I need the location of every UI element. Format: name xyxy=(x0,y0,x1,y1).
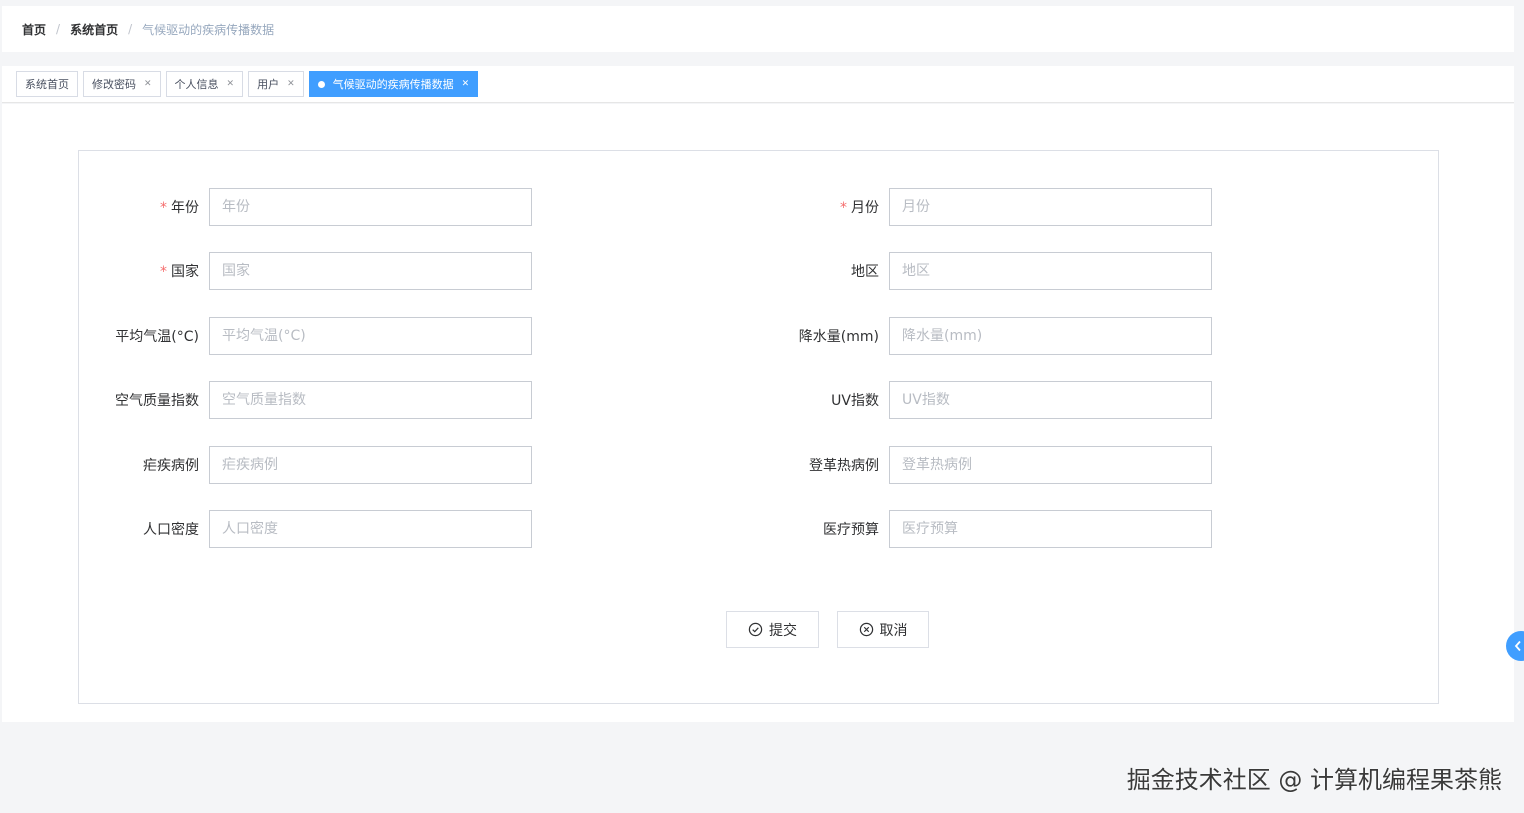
add-record-form: *年份 *月份 *国家 地区 平均气温(°C) 降水量(mm) 空气质量指数 U… xyxy=(78,150,1439,704)
field-label: 人口密度 xyxy=(143,522,199,538)
dengue-cases-input[interactable] xyxy=(889,446,1212,484)
breadcrumb-home[interactable]: 首页 xyxy=(22,21,46,38)
healthcare-budget-input[interactable] xyxy=(889,510,1212,548)
required-mark: * xyxy=(840,200,847,216)
tags-view: 系统首页 修改密码 ✕ 个人信息 ✕ 用户 ✕ 气候驱动的疾病传播数据 ✕ xyxy=(2,66,1514,103)
tag-label: 个人信息 xyxy=(174,78,219,91)
active-dot-icon xyxy=(317,80,325,88)
chevron-left-icon xyxy=(1514,640,1521,652)
submit-label: 提交 xyxy=(769,622,797,639)
field-label: 登革热病例 xyxy=(809,458,879,474)
field-label: * 月份 xyxy=(840,200,879,216)
air-quality-input[interactable] xyxy=(209,381,532,419)
form-item-uv-index: UV指数 xyxy=(759,381,1212,419)
field-label: * 年份 xyxy=(160,200,199,216)
close-icon[interactable]: ✕ xyxy=(227,79,235,89)
close-icon[interactable]: ✕ xyxy=(462,79,470,89)
form-item-dengue-cases: 登革热病例 xyxy=(759,446,1212,484)
field-label: UV指数 xyxy=(831,393,879,409)
submit-button[interactable]: 提交 xyxy=(726,611,819,648)
tag-label: 系统首页 xyxy=(25,78,69,91)
check-circle-icon xyxy=(748,622,763,637)
required-mark: * xyxy=(160,200,167,216)
field-label: 地区 xyxy=(851,264,879,280)
close-circle-icon xyxy=(859,622,873,637)
breadcrumb-system-home[interactable]: 系统首页 xyxy=(70,21,118,38)
tag-label: 用户 xyxy=(257,78,280,91)
required-mark: * xyxy=(160,264,167,280)
watermark: 掘金技术社区 @ 计算机编程果茶熊 xyxy=(1126,766,1502,794)
form-item-country: * 国家 xyxy=(79,252,532,290)
country-input[interactable] xyxy=(209,252,532,290)
form-item-healthcare-budget: 医疗预算 xyxy=(759,510,1212,548)
form-item-avg-temperature: 平均气温(°C) xyxy=(79,317,532,355)
tag-label: 修改密码 xyxy=(92,78,136,91)
uv-index-input[interactable] xyxy=(889,381,1212,419)
cancel-label: 取消 xyxy=(879,622,908,639)
precipitation-input[interactable] xyxy=(889,317,1212,355)
form-item-region: 地区 xyxy=(759,252,1212,290)
tag-label: 气候驱动的疾病传播数据 xyxy=(332,78,454,91)
region-input[interactable] xyxy=(889,252,1212,290)
field-label: 空气质量指数 xyxy=(115,393,199,409)
avg-temperature-input[interactable] xyxy=(209,317,532,355)
cancel-button[interactable]: 取消 xyxy=(837,611,929,648)
form-item-precipitation: 降水量(mm) xyxy=(759,317,1212,355)
field-label: 疟疾病例 xyxy=(143,458,199,474)
breadcrumb-current: 气候驱动的疾病传播数据 xyxy=(142,22,275,37)
tag-personal-info[interactable]: 个人信息 ✕ xyxy=(165,71,244,97)
month-input[interactable] xyxy=(889,188,1212,226)
malaria-cases-input[interactable] xyxy=(209,446,532,484)
breadcrumb-separator: / xyxy=(56,22,61,36)
field-label: 医疗预算 xyxy=(823,522,879,538)
form-item-year: * 年份 xyxy=(79,188,532,226)
form-item-malaria-cases: 疟疾病例 xyxy=(79,446,532,484)
breadcrumb-separator: / xyxy=(128,22,133,36)
form-item-air-quality: 空气质量指数 xyxy=(79,381,532,419)
close-icon[interactable]: ✕ xyxy=(144,79,152,89)
breadcrumb: 首页 / 系统首页 / 气候驱动的疾病传播数据 xyxy=(2,6,1514,52)
year-input[interactable] xyxy=(209,188,532,226)
tag-system-home[interactable]: 系统首页 xyxy=(16,71,78,97)
field-label: 平均气温(°C) xyxy=(115,329,199,345)
tag-change-password[interactable]: 修改密码 ✕ xyxy=(83,71,161,97)
population-density-input[interactable] xyxy=(209,510,532,548)
tag-climate-disease-data[interactable]: 气候驱动的疾病传播数据 ✕ xyxy=(308,71,479,97)
field-label: * 国家 xyxy=(160,264,199,280)
form-item-population-density: 人口密度 xyxy=(79,510,532,548)
form-item-month: * 月份 xyxy=(759,188,1212,226)
field-label: 降水量(mm) xyxy=(798,329,879,345)
tag-user[interactable]: 用户 ✕ xyxy=(248,71,304,97)
close-icon[interactable]: ✕ xyxy=(287,79,295,89)
